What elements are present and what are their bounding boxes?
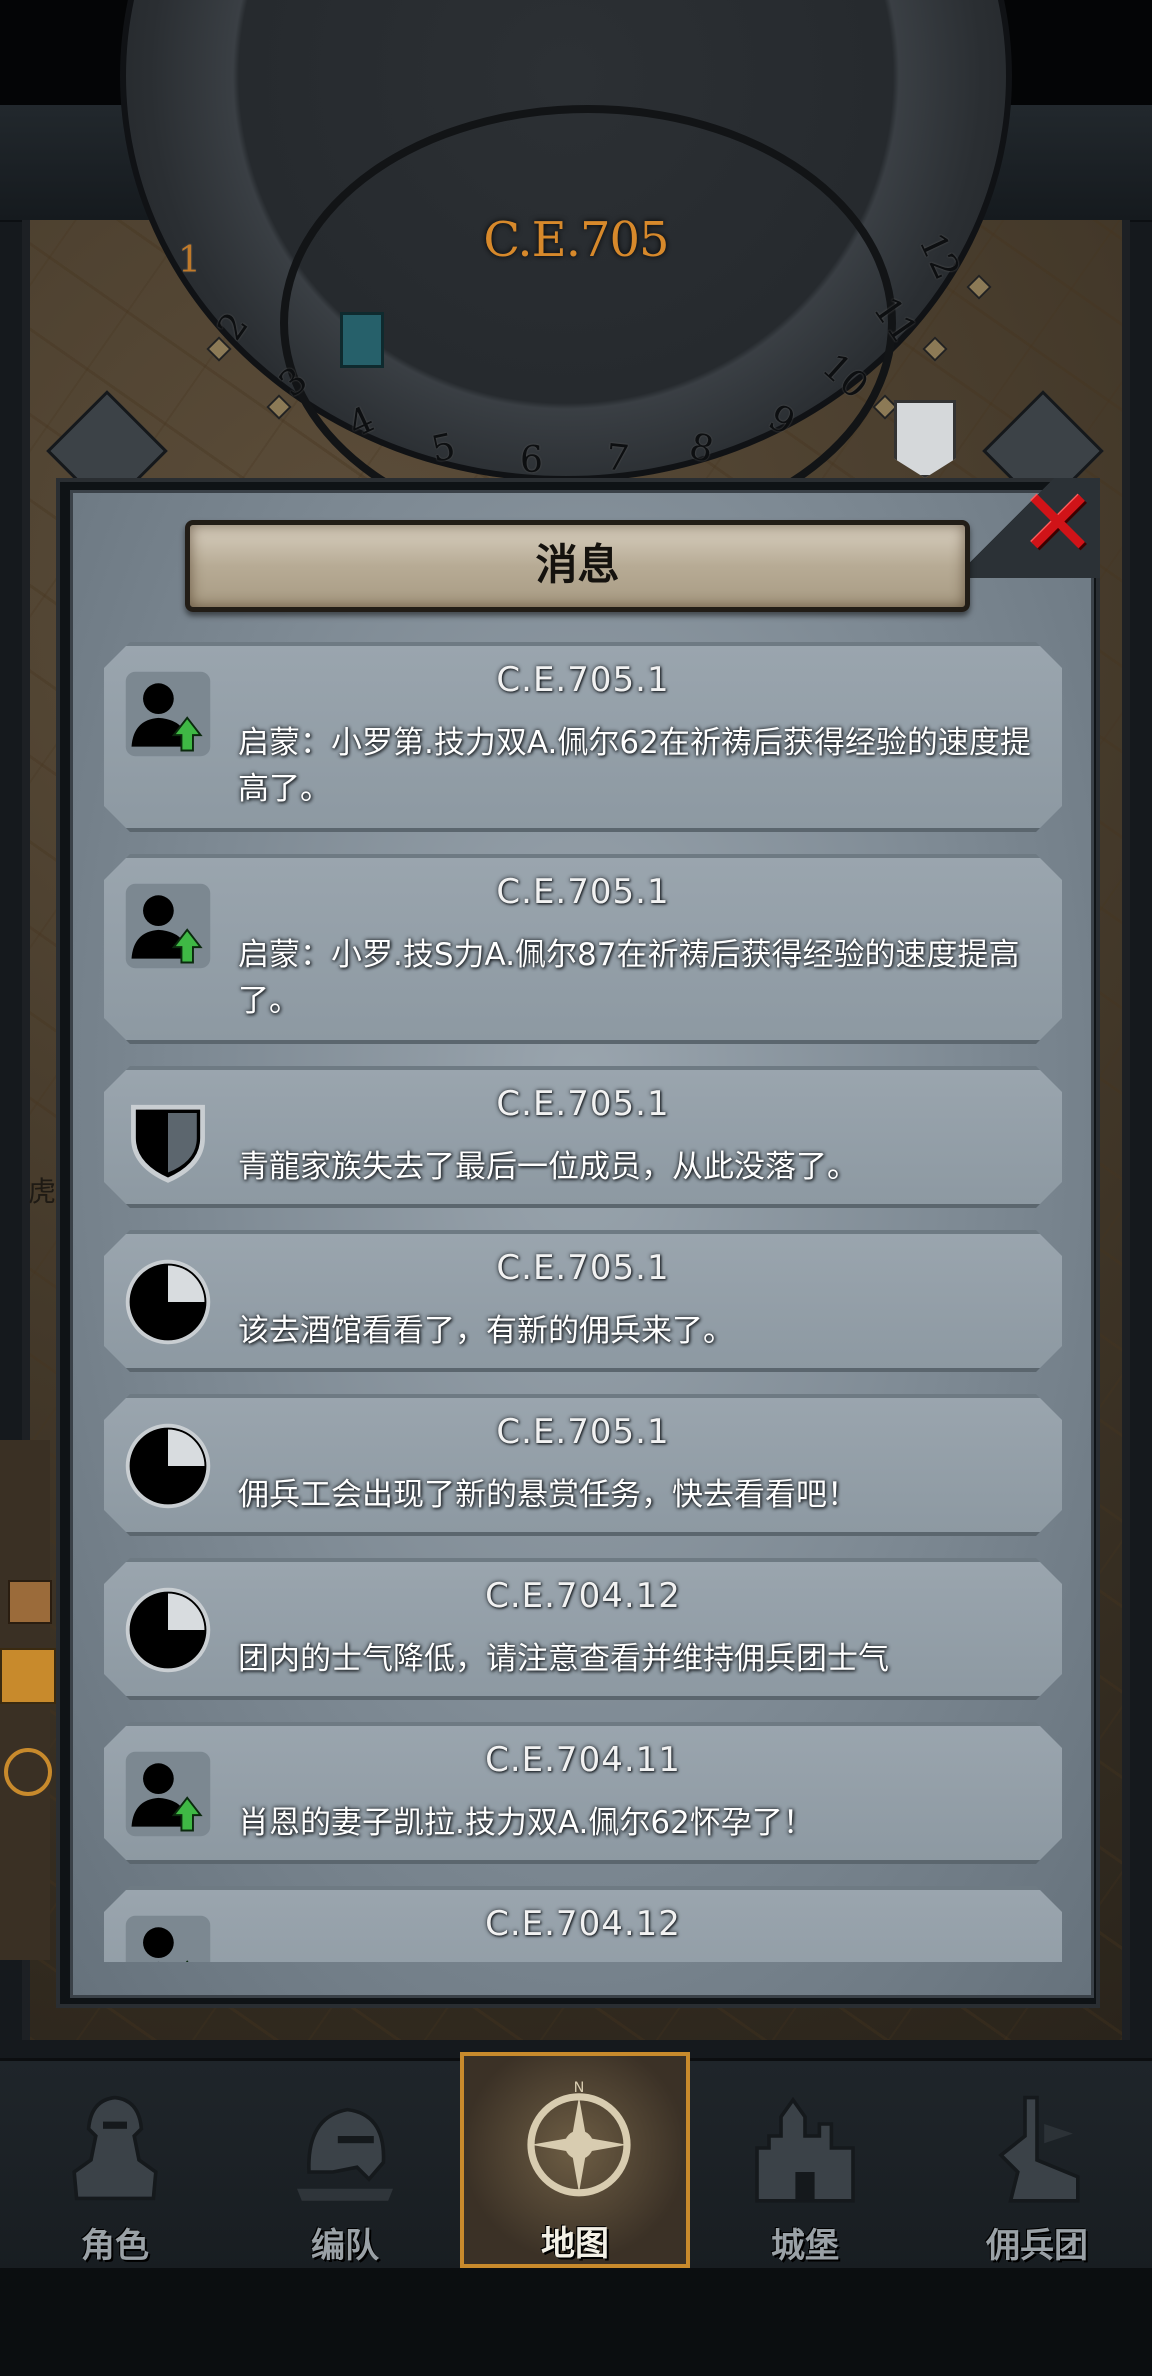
message-date: C.E.705.1 bbox=[496, 872, 670, 912]
nav-tab-castle[interactable]: 城堡 bbox=[690, 2058, 920, 2268]
message-text: 团内的士气降低，请注意查看并维持佣兵团士气 bbox=[238, 1641, 889, 1677]
target-icon[interactable] bbox=[0, 1648, 56, 1704]
message-text: 佣兵工会出现了新的悬赏任务，快去看看吧！ bbox=[238, 1477, 858, 1513]
message-item[interactable]: C.E.705.1 该去酒馆看看了，有新的佣兵来了。 bbox=[104, 1230, 1062, 1372]
knight-icon bbox=[72, 2095, 158, 2201]
message-date: C.E.705.1 bbox=[496, 1412, 670, 1452]
message-item[interactable]: C.E.704.12 团内的士气降低，请注意查看并维持佣兵团士气 bbox=[104, 1558, 1062, 1700]
message-date: C.E.705.1 bbox=[496, 1248, 670, 1288]
nav-tab-character[interactable]: 角色 bbox=[0, 2058, 230, 2268]
compass-icon: N bbox=[527, 2080, 631, 2197]
message-date: C.E.705.1 bbox=[496, 660, 670, 700]
helmet-icon bbox=[297, 2107, 393, 2201]
message-date: C.E.705.1 bbox=[496, 1084, 670, 1124]
current-year: C.E.705 bbox=[483, 212, 669, 268]
message-list[interactable]: C.E.705.1 启蒙：小罗第.技力双A.佩尔62在祈祷后获得经验的速度提高了… bbox=[104, 642, 1062, 1962]
nav-tab-map[interactable]: N 地图 bbox=[460, 2052, 690, 2268]
message-date: C.E.704.12 bbox=[485, 1576, 681, 1616]
scroll-icon[interactable] bbox=[8, 1580, 52, 1624]
month-number-6: 6 bbox=[520, 440, 543, 481]
message-item[interactable]: C.E.705.1 启蒙：小罗第.技力双A.佩尔62在祈祷后获得经验的速度提高了… bbox=[104, 642, 1062, 832]
message-date: C.E.704.12 bbox=[485, 1904, 681, 1944]
system-nav-area bbox=[0, 2268, 1152, 2376]
month-number-1: 1 bbox=[178, 240, 201, 281]
message-text: 肖恩的妻子凯拉.技力双A.佩尔62怀孕了！ bbox=[238, 1805, 814, 1841]
message-item[interactable]: C.E.705.1 启蒙：小罗.技S力A.佩尔87在祈祷后获得经验的速度提高了。 bbox=[104, 854, 1062, 1044]
nav-label: 城堡 bbox=[771, 2226, 839, 2266]
month-number-7: 7 bbox=[603, 436, 631, 481]
message-item[interactable]: C.E.705.1 佣兵工会出现了新的悬赏任务，快去看看吧！ bbox=[104, 1394, 1062, 1536]
message-item[interactable]: C.E.705.1 青龍家族失去了最后一位成员，从此没落了。 bbox=[104, 1066, 1062, 1208]
nav-label: 编队 bbox=[311, 2226, 379, 2266]
nav-label: 地图 bbox=[541, 2224, 609, 2264]
map-label-fragment: 虎 bbox=[28, 1175, 57, 1208]
nav-tab-mercenary[interactable]: 佣兵团 bbox=[922, 2058, 1152, 2268]
message-item[interactable]: C.E.704.11 肖恩的妻子凯拉.技力双A.佩尔62怀孕了！ bbox=[104, 1722, 1062, 1864]
message-text: 青龍家族失去了最后一位成员，从此没落了。 bbox=[238, 1149, 858, 1185]
nav-tab-formation[interactable]: 编队 bbox=[230, 2058, 460, 2268]
castle-icon bbox=[755, 2096, 855, 2203]
nav-label: 角色 bbox=[81, 2226, 149, 2266]
close-button[interactable]: ✕ bbox=[1012, 478, 1104, 570]
message-date: C.E.704.11 bbox=[485, 1740, 681, 1780]
message-text: 启蒙：小罗.技S力A.佩尔87在祈祷后获得经验的速度提高了。 bbox=[238, 937, 1020, 1019]
dialog-title: 消息 bbox=[185, 520, 970, 612]
event-marker-icon[interactable] bbox=[340, 312, 384, 368]
message-text: 该去酒馆看看了，有新的佣兵来了。 bbox=[238, 1313, 734, 1349]
magnifier-icon[interactable] bbox=[4, 1748, 52, 1796]
svg-text:N: N bbox=[574, 2080, 585, 2096]
nav-label: 佣兵团 bbox=[986, 2226, 1088, 2266]
message-text: 启蒙：小罗第.技力双A.佩尔62在祈祷后获得经验的速度提高了。 bbox=[238, 725, 1031, 807]
sword-banner-icon bbox=[998, 2095, 1080, 2203]
message-item[interactable]: C.E.704.12 bbox=[104, 1886, 1062, 1962]
